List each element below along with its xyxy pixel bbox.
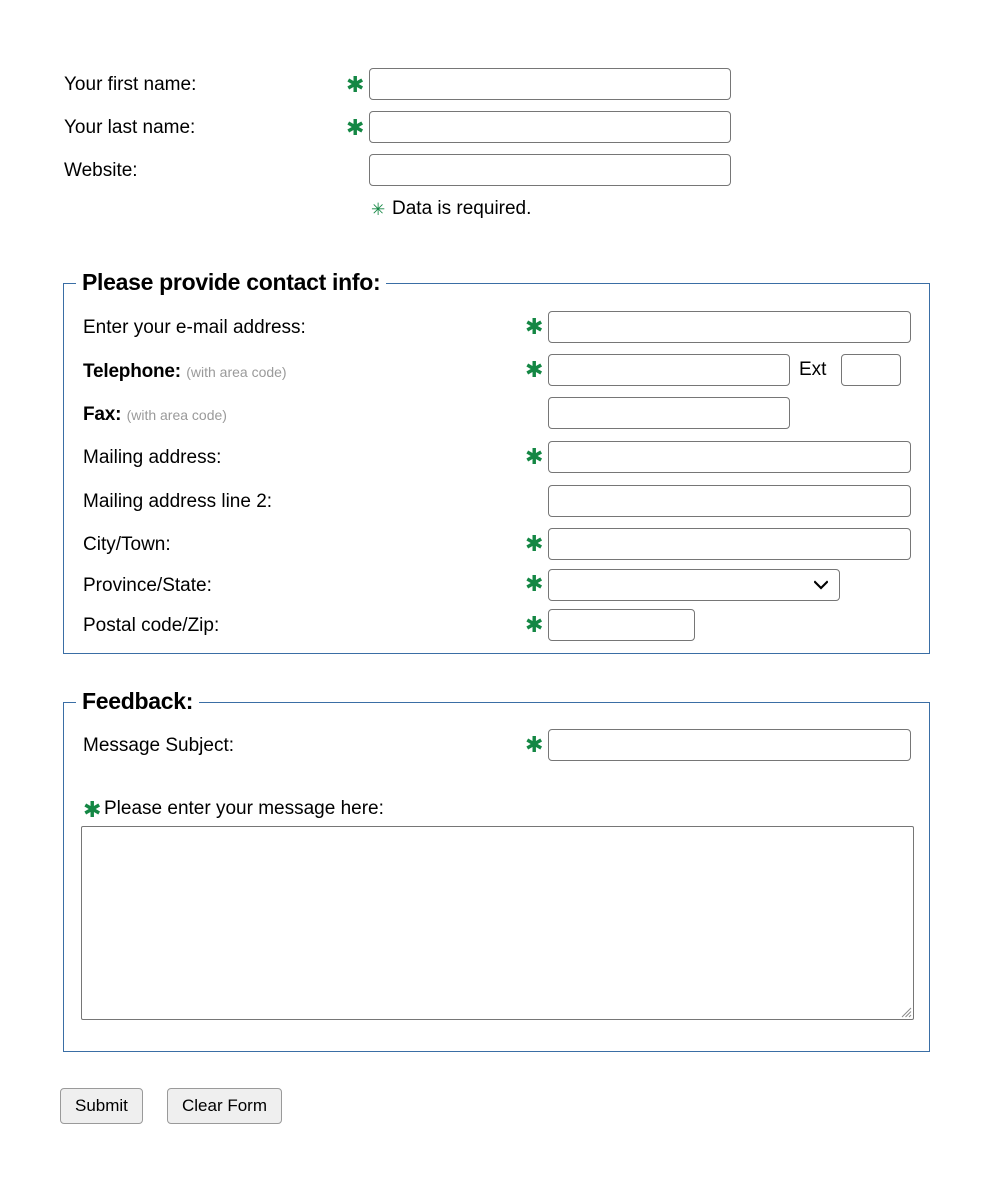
- clear-form-button[interactable]: Clear Form: [167, 1088, 283, 1124]
- ext-input[interactable]: [841, 354, 901, 386]
- mailing-address-2-input[interactable]: [548, 485, 911, 517]
- telephone-required-asterisk: ✱: [525, 357, 544, 382]
- message-subject-input[interactable]: [548, 729, 911, 761]
- fax-label: Fax:: [83, 404, 122, 425]
- contact-form-page: Your first name: ✱ Your last name: ✱ Web…: [0, 0, 1000, 1200]
- province-required-asterisk: ✱: [525, 571, 544, 596]
- website-label: Website:: [64, 160, 138, 181]
- first-name-label: Your first name:: [64, 74, 197, 95]
- mailing-address-required-asterisk: ✱: [525, 444, 544, 469]
- postal-code-required-asterisk: ✱: [525, 612, 544, 637]
- last-name-required-asterisk: ✱: [346, 115, 365, 140]
- website-input[interactable]: [369, 154, 731, 186]
- province-select[interactable]: [548, 569, 840, 601]
- postal-code-input[interactable]: [548, 609, 695, 641]
- fax-hint: (with area code): [126, 407, 227, 423]
- email-label: Enter your e-mail address:: [83, 317, 306, 338]
- mailing-address-label: Mailing address:: [83, 447, 222, 468]
- first-name-input[interactable]: [369, 68, 731, 100]
- mailing-address-2-label: Mailing address line 2:: [83, 491, 273, 512]
- email-required-asterisk: ✱: [525, 314, 544, 339]
- message-label: Please enter your message here:: [104, 798, 384, 819]
- city-input[interactable]: [548, 528, 911, 560]
- telephone-hint: (with area code): [186, 364, 287, 380]
- required-note-text: Data is required.: [392, 198, 532, 219]
- province-label: Province/State:: [83, 575, 212, 596]
- last-name-input[interactable]: [369, 111, 731, 143]
- last-name-label: Your last name:: [64, 117, 196, 138]
- city-label: City/Town:: [83, 534, 171, 555]
- telephone-label-group: Telephone: (with area code): [83, 361, 287, 383]
- fax-label-group: Fax: (with area code): [83, 404, 227, 426]
- email-input[interactable]: [548, 311, 911, 343]
- city-required-asterisk: ✱: [525, 531, 544, 556]
- feedback-legend: Feedback:: [76, 688, 200, 715]
- province-select-wrapper: [548, 569, 840, 601]
- postal-code-label: Postal code/Zip:: [83, 615, 220, 636]
- mailing-address-input[interactable]: [548, 441, 911, 473]
- required-note-asterisk: ✳: [371, 200, 386, 219]
- message-textarea-wrapper: [81, 826, 914, 1020]
- message-textarea[interactable]: [81, 826, 914, 1020]
- message-required-asterisk: ✱: [83, 797, 102, 822]
- contact-info-legend: Please provide contact info:: [76, 269, 387, 296]
- ext-label: Ext: [799, 359, 827, 380]
- message-subject-required-asterisk: ✱: [525, 732, 544, 757]
- telephone-label: Telephone:: [83, 361, 181, 382]
- first-name-required-asterisk: ✱: [346, 72, 365, 97]
- fax-input[interactable]: [548, 397, 790, 429]
- telephone-input[interactable]: [548, 354, 790, 386]
- message-subject-label: Message Subject:: [83, 735, 235, 756]
- submit-button[interactable]: Submit: [60, 1088, 143, 1124]
